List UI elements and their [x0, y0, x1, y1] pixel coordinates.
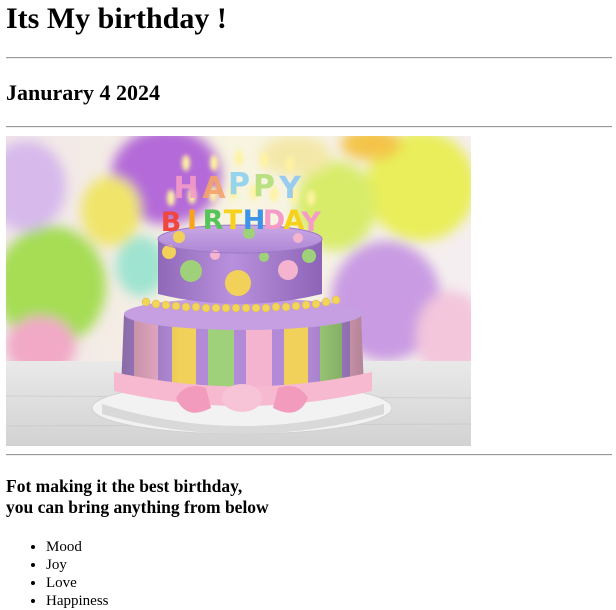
- bring-list: Mood Joy Love Happiness: [6, 538, 109, 610]
- list-item: Mood: [46, 538, 109, 556]
- svg-text:T: T: [224, 205, 243, 236]
- svg-text:A: A: [202, 171, 226, 206]
- list-item: Joy: [46, 556, 109, 574]
- message-heading: Fot making it the best birthday, you can…: [6, 476, 269, 518]
- page-title: Its My birthday !: [6, 2, 227, 35]
- birthday-cake-image: H A P P Y B I R T H D A Y: [6, 136, 471, 446]
- divider: [6, 126, 612, 128]
- svg-text:D: D: [263, 205, 285, 236]
- svg-text:Y: Y: [300, 207, 321, 238]
- svg-text:P: P: [228, 167, 250, 202]
- svg-text:I: I: [187, 205, 197, 236]
- message-line-1: Fot making it the best birthday,: [6, 476, 243, 496]
- svg-text:Y: Y: [278, 171, 302, 206]
- svg-text:H: H: [173, 171, 198, 206]
- svg-text:B: B: [161, 207, 182, 238]
- birthday-date: Janurary 4 2024: [6, 80, 160, 105]
- svg-text:R: R: [203, 205, 224, 236]
- divider: [6, 454, 612, 456]
- svg-text:P: P: [253, 169, 275, 204]
- message-line-2: you can bring anything from below: [6, 497, 269, 517]
- list-item: Love: [46, 574, 109, 592]
- list-item: Happiness: [46, 592, 109, 610]
- divider: [6, 57, 612, 59]
